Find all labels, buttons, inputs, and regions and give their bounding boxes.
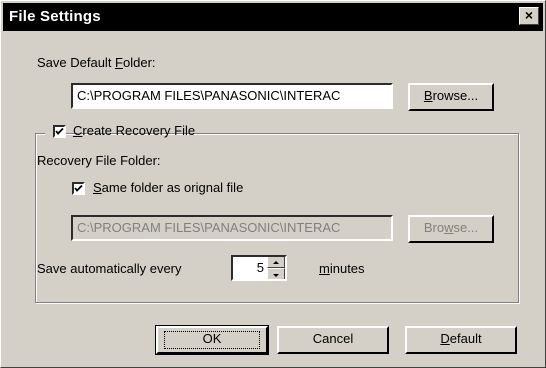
- spin-down-button[interactable]: [267, 268, 285, 279]
- title-bar[interactable]: File Settings ×: [3, 3, 543, 31]
- browse-default-folder-button[interactable]: Browse...: [408, 83, 494, 111]
- autosave-minutes-input[interactable]: 5: [231, 255, 287, 281]
- minutes-label: minutes: [319, 261, 365, 276]
- save-default-folder-label: Save Default Folder:: [37, 55, 156, 70]
- file-settings-dialog: File Settings × Save Default Folder: C:\…: [0, 0, 546, 368]
- autosave-spinner[interactable]: [267, 257, 285, 279]
- save-default-folder-field[interactable]: C:\PROGRAM FILES\PANASONIC\INTERAC: [71, 83, 393, 109]
- spin-up-button[interactable]: [267, 257, 285, 268]
- arrow-up-icon: [273, 261, 279, 264]
- dialog-title: File Settings: [9, 8, 101, 25]
- ok-button[interactable]: OK: [155, 325, 269, 355]
- default-button[interactable]: Default: [405, 326, 517, 354]
- same-folder-label[interactable]: Same folder as orignal file: [93, 180, 243, 195]
- checkmark-icon: [74, 184, 83, 192]
- browse-recovery-folder-button[interactable]: Browse...: [408, 215, 494, 243]
- cancel-button[interactable]: Cancel: [277, 326, 389, 354]
- autosave-label: Save automatically every: [37, 261, 182, 276]
- focus-rectangle: [164, 331, 260, 349]
- same-folder-checkbox[interactable]: [72, 182, 85, 195]
- close-icon: ×: [524, 7, 534, 23]
- close-button[interactable]: ×: [519, 7, 539, 25]
- recovery-folder-field[interactable]: C:\PROGRAM FILES\PANASONIC\INTERAC: [71, 215, 393, 241]
- recovery-folder-label: Recovery File Folder:: [37, 153, 161, 168]
- arrow-down-icon: [273, 274, 279, 277]
